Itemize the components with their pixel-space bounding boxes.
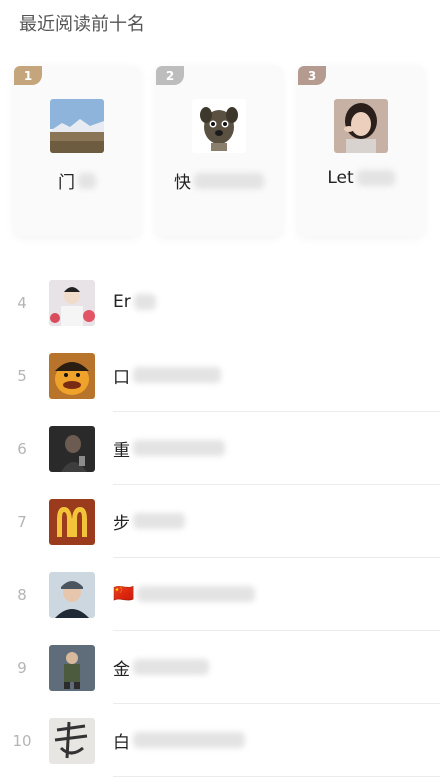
- top-card-2[interactable]: 2 快: [156, 66, 282, 236]
- list-item[interactable]: 6 重: [0, 412, 440, 485]
- list-item-name: 口: [113, 367, 130, 388]
- top-three-cards: 1 门 2 快 3 Let: [14, 66, 426, 236]
- rank-number: 4: [17, 294, 27, 312]
- blurred-name: [133, 294, 156, 310]
- card-name: 门: [14, 168, 140, 193]
- rank-number: 6: [17, 440, 27, 458]
- blurred-name: [133, 440, 225, 456]
- landscape-avatar: [50, 99, 104, 153]
- woman-avatar: [334, 99, 388, 153]
- list-item-name: 步: [113, 513, 130, 534]
- blurred-name: [356, 170, 395, 186]
- card-name: Let: [298, 168, 424, 188]
- rank-number: 8: [17, 586, 27, 604]
- rank-number: 9: [17, 659, 27, 677]
- blurred-name: [194, 172, 264, 189]
- blurred-name: [133, 513, 185, 529]
- dark-portrait-avatar: [49, 426, 95, 472]
- blurred-name: [78, 172, 96, 189]
- list-item[interactable]: 7 步: [0, 485, 440, 558]
- blurred-name: [133, 367, 221, 383]
- list-item-name: Er: [113, 292, 131, 312]
- calligraphy-avatar: [49, 718, 95, 764]
- list-item[interactable]: 5 口: [0, 339, 440, 412]
- dog-avatar: [192, 99, 246, 153]
- cartoon-avatar: [49, 353, 95, 399]
- list-item-name: 重: [113, 440, 130, 461]
- list-item[interactable]: 8 🇨🇳: [0, 558, 440, 631]
- rank-number: 10: [12, 732, 32, 750]
- list-item[interactable]: 4 Er: [0, 266, 440, 339]
- man-cap-avatar: [49, 572, 95, 618]
- man-flowers-avatar: [49, 280, 95, 326]
- list-item[interactable]: 9 金: [0, 631, 440, 704]
- blurred-name: [133, 659, 209, 675]
- top-card-3[interactable]: 3 Let: [298, 66, 424, 236]
- card-name-text: Let: [327, 168, 354, 188]
- mcdonalds-logo-avatar: [49, 499, 95, 545]
- list-item-name: 金: [113, 659, 130, 680]
- list-item-name: 🇨🇳: [113, 584, 135, 604]
- card-name-text: 门: [58, 173, 75, 193]
- divider: [113, 776, 440, 777]
- list-item-name: 白: [113, 732, 130, 753]
- top-card-1[interactable]: 1 门: [14, 66, 140, 236]
- card-name-text: 快: [174, 173, 191, 193]
- blurred-name: [137, 586, 256, 602]
- blurred-name: [133, 732, 245, 748]
- rank-number: 7: [17, 513, 27, 531]
- figure-avatar: [49, 645, 95, 691]
- rank-number: 5: [17, 367, 27, 385]
- rank-badge: 2: [156, 66, 184, 85]
- page-title: 最近阅读前十名: [19, 14, 145, 35]
- rank-badge: 1: [14, 66, 42, 85]
- card-name: 快: [156, 168, 282, 193]
- rank-badge: 3: [298, 66, 326, 85]
- list-item[interactable]: 10 白: [0, 704, 440, 777]
